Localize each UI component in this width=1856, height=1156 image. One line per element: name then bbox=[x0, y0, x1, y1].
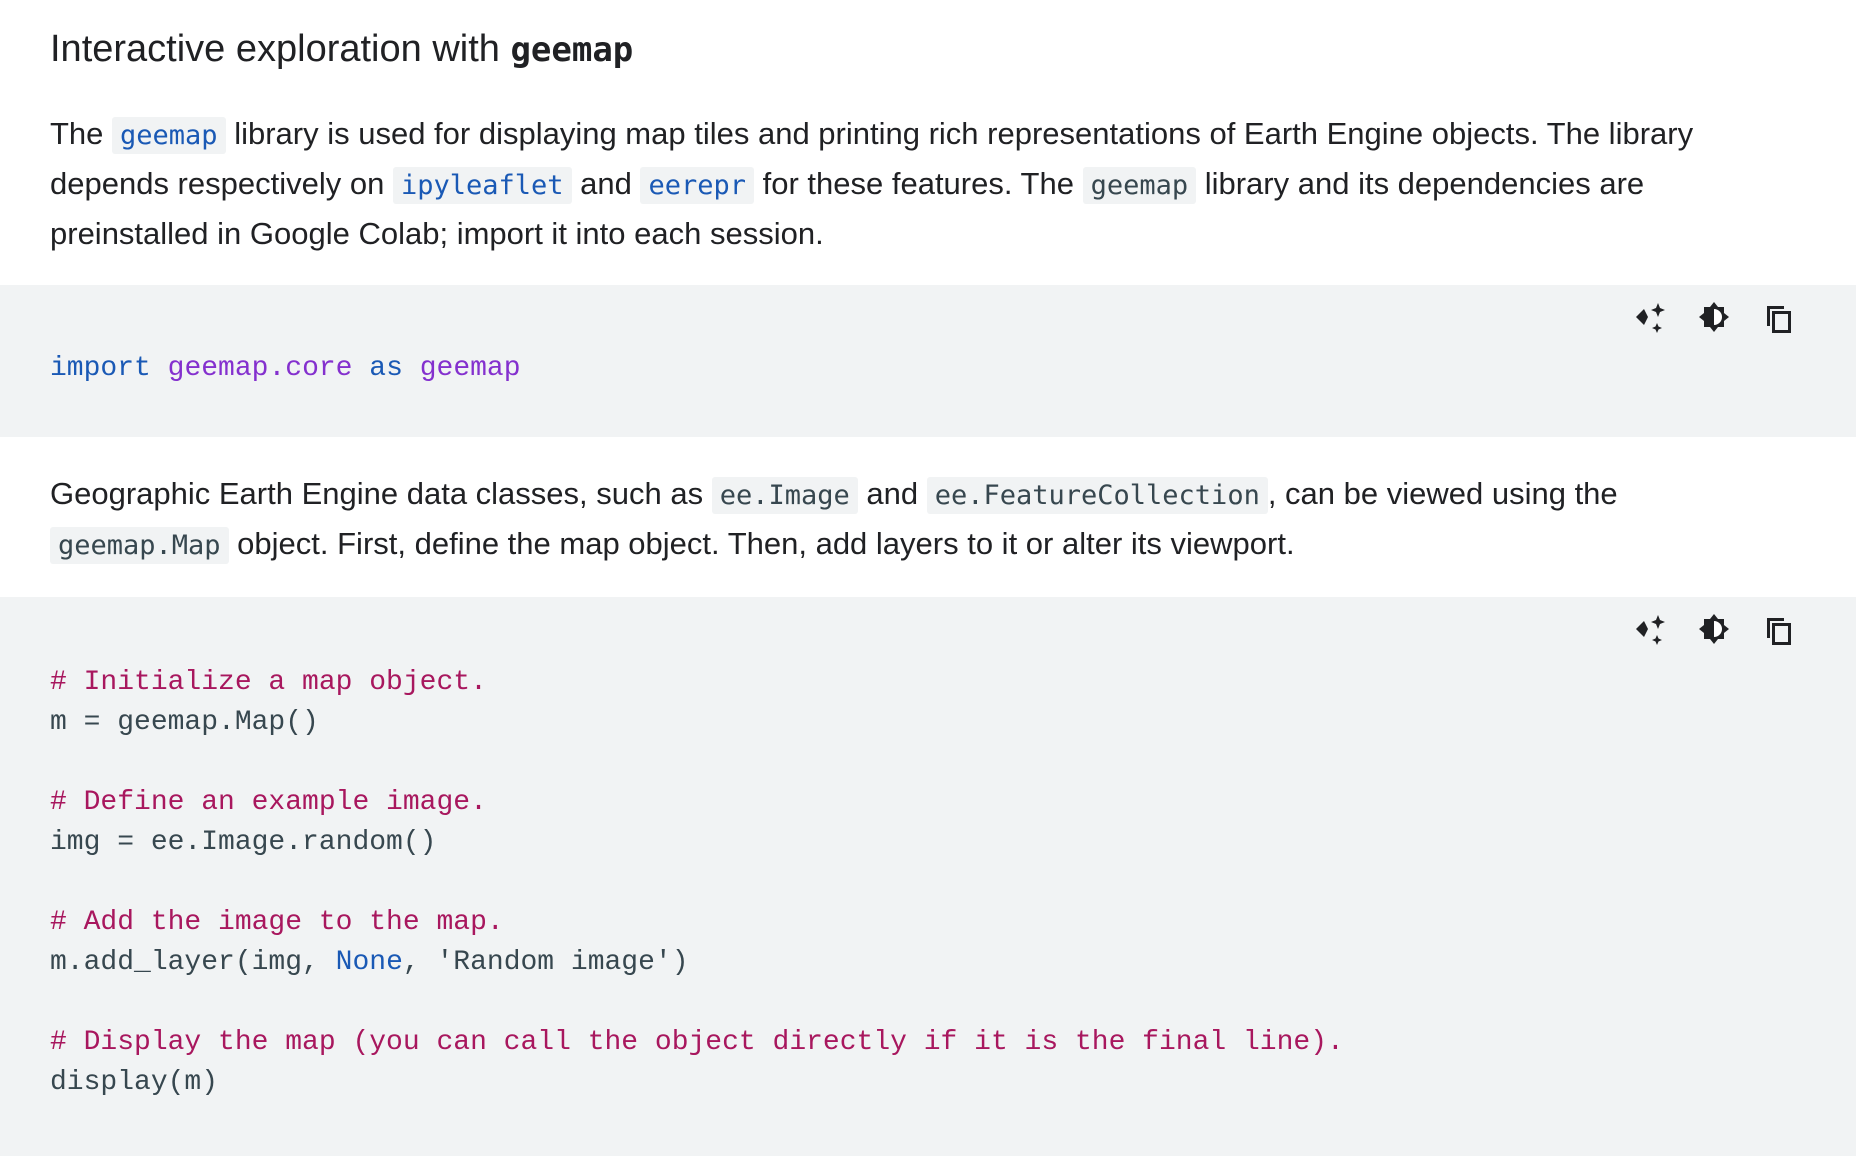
copy-icon[interactable] bbox=[1760, 299, 1796, 335]
code-line: , 'Random image') bbox=[402, 947, 689, 978]
eerepr-link[interactable]: eerepr bbox=[640, 166, 754, 204]
keyword: import bbox=[50, 353, 151, 384]
geemap-link[interactable]: geemap bbox=[112, 116, 226, 154]
section-heading: Interactive exploration with geemap bbox=[50, 24, 633, 75]
intro-paragraph: The geemap library is used for displayin… bbox=[50, 110, 1810, 258]
text: Geographic Earth Engine data classes, su… bbox=[50, 476, 712, 511]
text: for these features. The bbox=[754, 166, 1083, 201]
code-line: m = geemap.Map() bbox=[50, 707, 319, 738]
code-comment: # Initialize a map object. bbox=[50, 667, 487, 698]
map-paragraph: Geographic Earth Engine data classes, su… bbox=[50, 470, 1810, 570]
text: , can be viewed using the bbox=[1267, 476, 1618, 511]
theme-toggle-icon[interactable] bbox=[1696, 299, 1732, 335]
sparkle-icon[interactable] bbox=[1632, 299, 1668, 335]
inline-code: ee.FeatureCollection bbox=[926, 477, 1268, 514]
copy-icon[interactable] bbox=[1760, 611, 1796, 647]
inline-code: ipyleaflet bbox=[392, 167, 572, 204]
heading-code: geemap bbox=[510, 30, 634, 70]
theme-toggle-icon[interactable] bbox=[1696, 611, 1732, 647]
inline-code: ee.Image bbox=[711, 477, 858, 514]
alias-name: geemap bbox=[419, 353, 521, 384]
keyword: as bbox=[369, 353, 403, 384]
code-comment: # Display the map (you can call the obje… bbox=[50, 1027, 1344, 1058]
inline-code: geemap bbox=[112, 117, 226, 154]
code-toolbar bbox=[1632, 299, 1796, 335]
code-line: img = ee.Image.random() bbox=[50, 827, 437, 858]
code-line: m.add_layer(img, bbox=[50, 947, 336, 978]
module-name: geemap.core bbox=[167, 353, 353, 384]
code-import: import geemap.core as geemap bbox=[50, 349, 521, 389]
code-line: display(m) bbox=[50, 1067, 219, 1098]
code-comment: # Add the image to the map. bbox=[50, 907, 504, 938]
code-comment: # Define an example image. bbox=[50, 787, 487, 818]
code-block-map: # Initialize a map object. m = geemap.Ma… bbox=[0, 597, 1856, 1156]
inline-code: eerepr bbox=[640, 167, 754, 204]
heading-text: Interactive exploration with bbox=[50, 28, 511, 70]
inline-code: geemap.Map bbox=[50, 527, 229, 564]
code-toolbar bbox=[1632, 611, 1796, 647]
sparkle-icon[interactable] bbox=[1632, 611, 1668, 647]
inline-code: geemap bbox=[1082, 167, 1197, 204]
builtin-constant: None bbox=[335, 947, 403, 978]
text: and bbox=[571, 166, 641, 201]
text: and bbox=[857, 476, 927, 511]
code-block-import: import geemap.core as geemap bbox=[0, 285, 1856, 437]
text: The bbox=[50, 116, 113, 151]
ipyleaflet-link[interactable]: ipyleaflet bbox=[392, 166, 572, 204]
text: object. First, define the map object. Th… bbox=[228, 526, 1295, 561]
code-map: # Initialize a map object. m = geemap.Ma… bbox=[50, 663, 1344, 1103]
